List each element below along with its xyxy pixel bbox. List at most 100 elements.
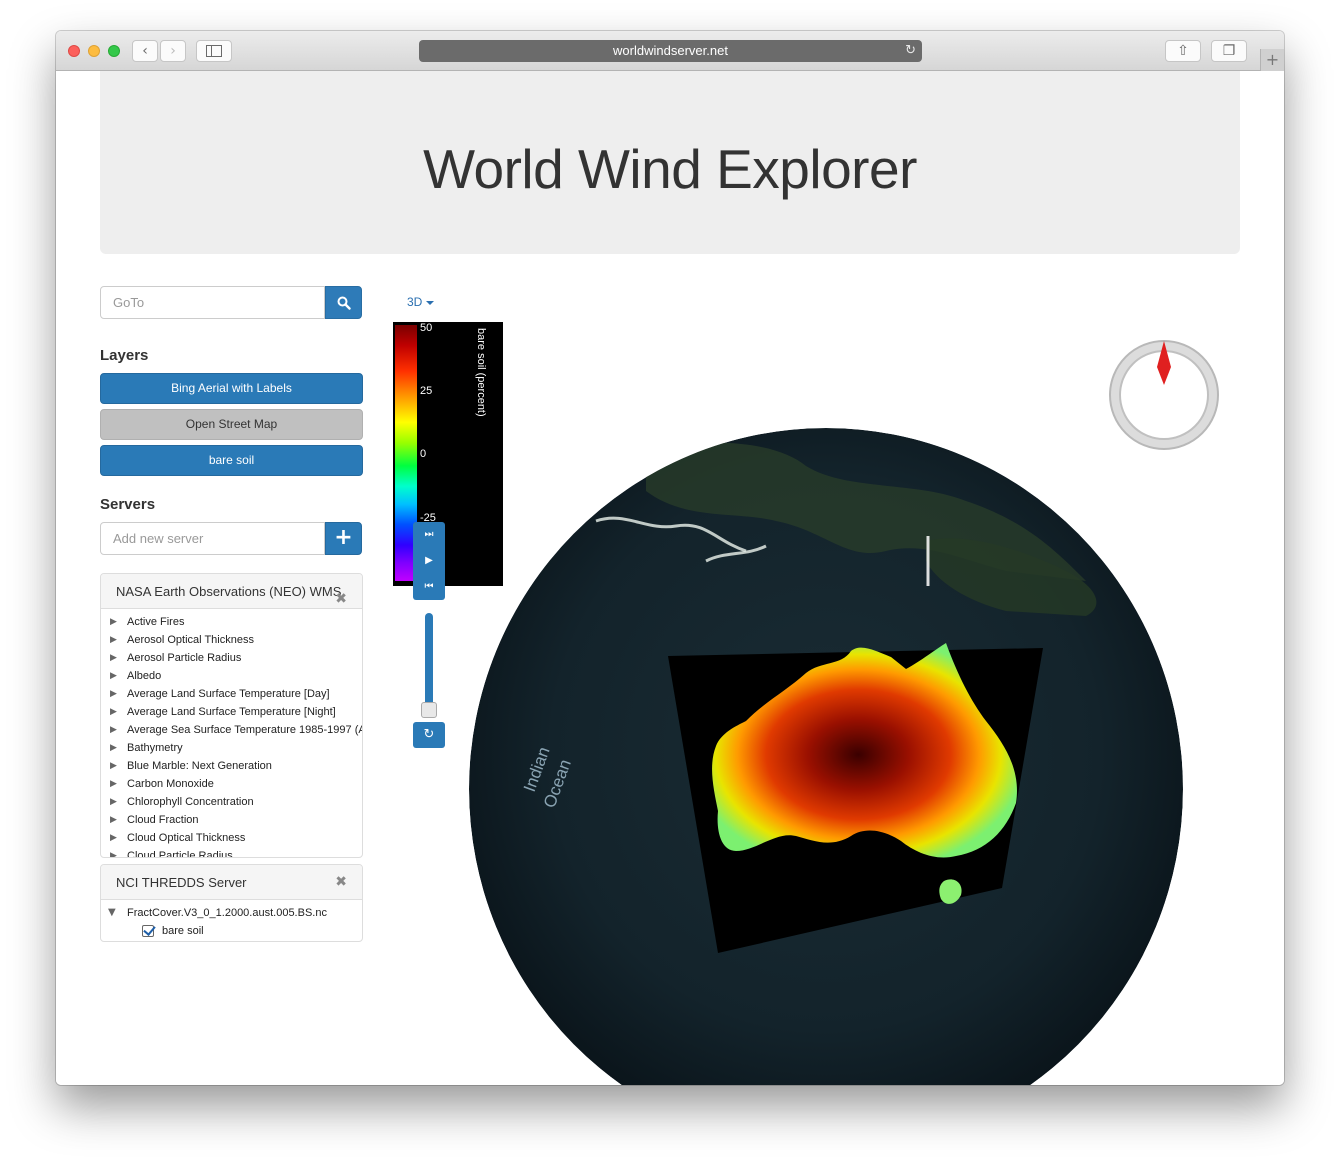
share-button[interactable]: ⇧ [1165,40,1201,62]
layer-button-bing-aerial[interactable]: Bing Aerial with Labels [100,373,363,404]
layers-heading: Layers [100,347,149,364]
tree-item[interactable]: ▶ Active Fires [101,613,362,631]
layer-button-bare-soil[interactable]: bare soil [100,445,363,476]
add-server-placeholder: Add new server [113,531,204,546]
forward-button[interactable]: › [160,40,186,62]
tree-item[interactable]: ▶ Carbon Monoxide [101,775,362,793]
close-icon[interactable]: ✖ [335,865,347,900]
back-button[interactable]: ‹ [132,40,158,62]
tabs-icon: ❐ [1222,43,1236,59]
expand-icon[interactable]: ▶ [110,631,117,649]
panel-header: NCI THREDDS Server ✖ [101,865,362,900]
address-bar[interactable]: worldwindserver.net ↻ [419,40,922,62]
zoom-window-button[interactable] [108,45,120,57]
tree-item-label: Cloud Optical Thickness [127,832,246,844]
expand-icon[interactable]: ▶ [110,811,117,829]
tree-item[interactable]: ▶ Aerosol Particle Radius [101,649,362,667]
thredds-layer-tree: ▼ FractCover.V3_0_1.2000.aust.005.BS.nc b… [101,900,362,940]
tree-item[interactable]: ▶ Aerosol Optical Thickness [101,631,362,649]
expand-icon[interactable]: ▶ [110,667,117,685]
expand-icon[interactable]: ▶ [110,703,117,721]
bare-soil-checkbox[interactable] [142,925,154,937]
colorbar-label: bare soil (percent) [475,328,487,417]
tree-item[interactable]: ▶ Average Sea Surface Temperature 1985-19… [101,721,362,739]
sidebar-toggle-button[interactable] [196,40,232,62]
nci-thredds-panel: NCI THREDDS Server ✖ ▼ FractCover.V3_0_1.… [100,864,363,942]
play-button[interactable]: ▶ [413,548,445,574]
browser-window: ‹ › worldwindserver.net ↻ ⇧ ❐ + World Wi… [56,31,1284,1085]
collapse-icon[interactable]: ▼ [108,904,116,922]
tree-item[interactable]: ▶ Albedo [101,667,362,685]
neo-wms-panel: NASA Earth Observations (NEO) WMS ✖ ▶ Act… [100,573,363,858]
tree-item-label: Carbon Monoxide [127,778,214,790]
expand-icon[interactable]: ▶ [110,775,117,793]
share-icon: ⇧ [1177,43,1189,59]
step-forward-icon: ⏭ [424,529,434,540]
forward-icon: › [170,43,176,59]
page-content: World Wind Explorer GoTo Layers Bing Aer… [56,71,1284,1085]
tree-item[interactable]: ▶ Blue Marble: Next Generation [101,757,362,775]
projection-label: 3D [407,295,423,309]
minimize-window-button[interactable] [88,45,100,57]
refresh-icon: ↻ [423,727,435,742]
expand-icon[interactable]: ▶ [110,757,117,775]
time-slider-handle[interactable] [421,702,437,718]
colorbar-legend: 50 25 0 -25 bare soil (percent) [393,322,503,586]
tree-item-label: Albedo [127,670,162,682]
panel-title: NASA Earth Observations (NEO) WMS [116,584,342,599]
panel-header: NASA Earth Observations (NEO) WMS ✖ [101,574,362,609]
projection-dropdown[interactable]: 3D [407,295,435,309]
tree-item-label: Cloud Fraction [127,814,199,826]
chevron-down-icon [426,300,435,305]
tree-item-label: Average Land Surface Temperature [Day] [127,688,330,700]
goto-search-button[interactable] [325,286,362,319]
tree-item-label: Average Sea Surface Temperature 1985-199… [127,724,362,736]
layer-checkbox-row[interactable]: bare soil [101,922,362,940]
globe-canvas[interactable]: Indian Ocean [446,411,1186,1085]
checkbox-label: bare soil [162,925,204,937]
layer-button-open-street-map[interactable]: Open Street Map [100,409,363,440]
tree-item[interactable]: ▶ Cloud Optical Thickness [101,829,362,847]
tree-item[interactable]: ▶ Cloud Fraction [101,811,362,829]
expand-icon[interactable]: ▶ [110,793,117,811]
new-tab-button[interactable]: + [1260,49,1284,71]
tree-item[interactable]: ▶ Average Land Surface Temperature [Day] [101,685,362,703]
tree-item-label: Average Land Surface Temperature [Night] [127,706,336,718]
plus-icon: + [1265,50,1280,69]
tree-item-label: Aerosol Particle Radius [127,652,242,664]
refresh-button[interactable]: ↻ [413,722,445,748]
reload-icon[interactable]: ↻ [905,40,916,62]
tree-item-label: Cloud Particle Radius [127,850,233,858]
url-text: worldwindserver.net [613,43,728,58]
time-slider[interactable] [425,613,433,715]
tree-item-label: Blue Marble: Next Generation [127,760,272,772]
tree-item-dataset[interactable]: ▼ FractCover.V3_0_1.2000.aust.005.BS.nc [101,904,362,922]
step-back-icon: ⏮ [424,581,434,592]
step-forward-button[interactable]: ⏭ [413,522,445,548]
expand-icon[interactable]: ▶ [110,721,117,739]
goto-input[interactable]: GoTo [100,286,325,319]
page-title: World Wind Explorer [423,138,917,200]
colorbar-tick: 0 [420,448,427,460]
tree-item[interactable]: ▶ Average Land Surface Temperature [Night… [101,703,362,721]
plus-icon: + [334,525,353,550]
header-jumbotron: World Wind Explorer [100,71,1240,254]
expand-icon[interactable]: ▶ [110,829,117,847]
expand-icon[interactable]: ▶ [110,685,117,703]
add-server-button[interactable]: + [325,522,362,555]
search-icon [337,296,351,310]
expand-icon[interactable]: ▶ [110,739,117,757]
expand-icon[interactable]: ▶ [110,847,117,857]
tree-item-label: Bathymetry [127,742,183,754]
tree-item[interactable]: ▶ Cloud Particle Radius [101,847,362,858]
tree-item[interactable]: ▶ Bathymetry [101,739,362,757]
compass-control[interactable] [1106,337,1222,453]
colorbar-tick: 50 [420,322,433,334]
show-tabs-button[interactable]: ❐ [1211,40,1247,62]
add-server-input[interactable]: Add new server [100,522,325,555]
close-window-button[interactable] [68,45,80,57]
expand-icon[interactable]: ▶ [110,649,117,667]
expand-icon[interactable]: ▶ [110,613,117,631]
step-back-button[interactable]: ⏮ [413,574,445,600]
tree-item[interactable]: ▶ Chlorophyll Concentration [101,793,362,811]
